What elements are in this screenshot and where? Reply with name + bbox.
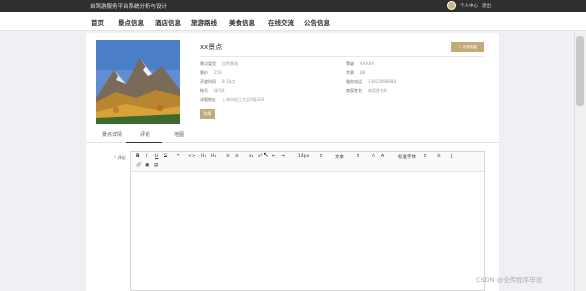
scrollbar-thumb[interactable]: [576, 36, 584, 106]
font-chevron-icon[interactable]: ⇕: [423, 154, 427, 159]
tab-details[interactable]: 景点详情: [102, 131, 122, 138]
field-price: 票价 258: [200, 70, 222, 75]
video-icon[interactable]: ▤: [154, 163, 158, 168]
font-size-select[interactable]: 14px: [298, 154, 309, 159]
underline-button[interactable]: U: [155, 154, 158, 159]
user-center-link[interactable]: 个人中心: [460, 3, 478, 9]
background-color-button[interactable]: A̶: [381, 154, 384, 159]
image-icon[interactable]: ▣: [145, 163, 149, 168]
collect-button[interactable]: ☆ 点我收藏: [451, 42, 484, 52]
nav-notices[interactable]: 公告信息: [304, 17, 330, 27]
detail-tabs: 景点详情 评论 地图: [86, 127, 499, 143]
nav-food[interactable]: 美食信息: [229, 17, 255, 27]
font-family-select[interactable]: 标准字体: [398, 154, 416, 160]
bullet-list-icon[interactable]: ≡: [235, 154, 239, 159]
text-style-select[interactable]: 文本: [335, 154, 344, 160]
comment-label: * 评论: [114, 155, 126, 160]
logout-link[interactable]: 退出: [482, 3, 491, 9]
editor-toolbar: B I U S ❝ <> H₁ H₂ ≡ ≡ x₂ x² ⇤ ⇥ 14px ⇕ …: [131, 152, 484, 172]
indent-icon[interactable]: ⇥: [281, 154, 285, 159]
subscript-button[interactable]: x₂: [249, 154, 253, 159]
buy-ticket-button[interactable]: 购票: [200, 109, 215, 119]
field-address: 详细地址 上海市松江大区A段102: [200, 97, 265, 102]
user-area: 个人中心 退出: [447, 1, 491, 10]
comment-editor[interactable]: [130, 151, 485, 291]
quote-icon[interactable]: ❝: [177, 154, 179, 159]
font-color-button[interactable]: A: [372, 154, 375, 159]
nav-attractions[interactable]: 景点信息: [118, 17, 144, 27]
clear-format-icon[interactable]: I̲: [451, 154, 452, 159]
code-icon[interactable]: <>: [188, 154, 196, 159]
italic-button[interactable]: I: [146, 154, 147, 159]
ordered-list-icon[interactable]: ≡: [226, 154, 230, 159]
site-title: 自驾游服务平台系统分析与设计: [90, 4, 168, 10]
size-chevron-icon[interactable]: ⇕: [319, 154, 323, 159]
field-tickets: 余票 88: [346, 70, 366, 75]
field-hours: 开放时间 8-18点: [200, 79, 236, 84]
nav-routes[interactable]: 旅游路线: [191, 17, 217, 27]
outdent-icon[interactable]: ⇤: [272, 154, 276, 159]
top-bar: 自驾游服务平台系统分析与设计 个人中心 退出: [0, 0, 586, 12]
avatar[interactable]: [447, 1, 456, 10]
star-icon: ☆: [458, 45, 462, 49]
tab-map[interactable]: 地图: [174, 131, 184, 138]
collect-label: 点我收藏: [462, 44, 477, 49]
h2-button[interactable]: H₂: [211, 154, 216, 159]
tab-comments[interactable]: 评论: [140, 131, 150, 138]
nav-home[interactable]: 首页: [91, 17, 104, 27]
field-account: 帐号 帐号8: [200, 88, 225, 93]
style-chevron-icon[interactable]: ⇕: [356, 154, 360, 159]
divider: [200, 56, 485, 57]
attraction-photo: [96, 40, 180, 124]
watermark: CSDN @全传程序毕设: [476, 276, 543, 284]
field-type: 景点类型 自然景观: [200, 61, 238, 66]
field-merchant: 商家姓名 商家姓名8: [346, 88, 387, 93]
field-level: 等级 AAAAA: [346, 61, 375, 66]
tab-active-indicator: [126, 142, 162, 143]
link-icon[interactable]: 🔗: [136, 163, 142, 168]
align-icon[interactable]: ≡: [437, 154, 441, 159]
field-phone: 服务电话 13823888888: [346, 79, 396, 84]
superscript-button[interactable]: x²: [258, 154, 262, 159]
strike-button[interactable]: S: [164, 154, 167, 159]
bold-button[interactable]: B: [136, 154, 139, 159]
h1-button[interactable]: H₁: [201, 154, 206, 159]
mouse-cursor-icon: ↖: [263, 151, 269, 159]
main-nav: 首页 景点信息 酒店信息 旅游路线 美食信息 在线交流 公告信息: [0, 12, 586, 31]
attraction-title: xx景点: [200, 43, 223, 51]
nav-hotels[interactable]: 酒店信息: [155, 17, 181, 27]
nav-chat[interactable]: 在线交流: [268, 17, 294, 27]
